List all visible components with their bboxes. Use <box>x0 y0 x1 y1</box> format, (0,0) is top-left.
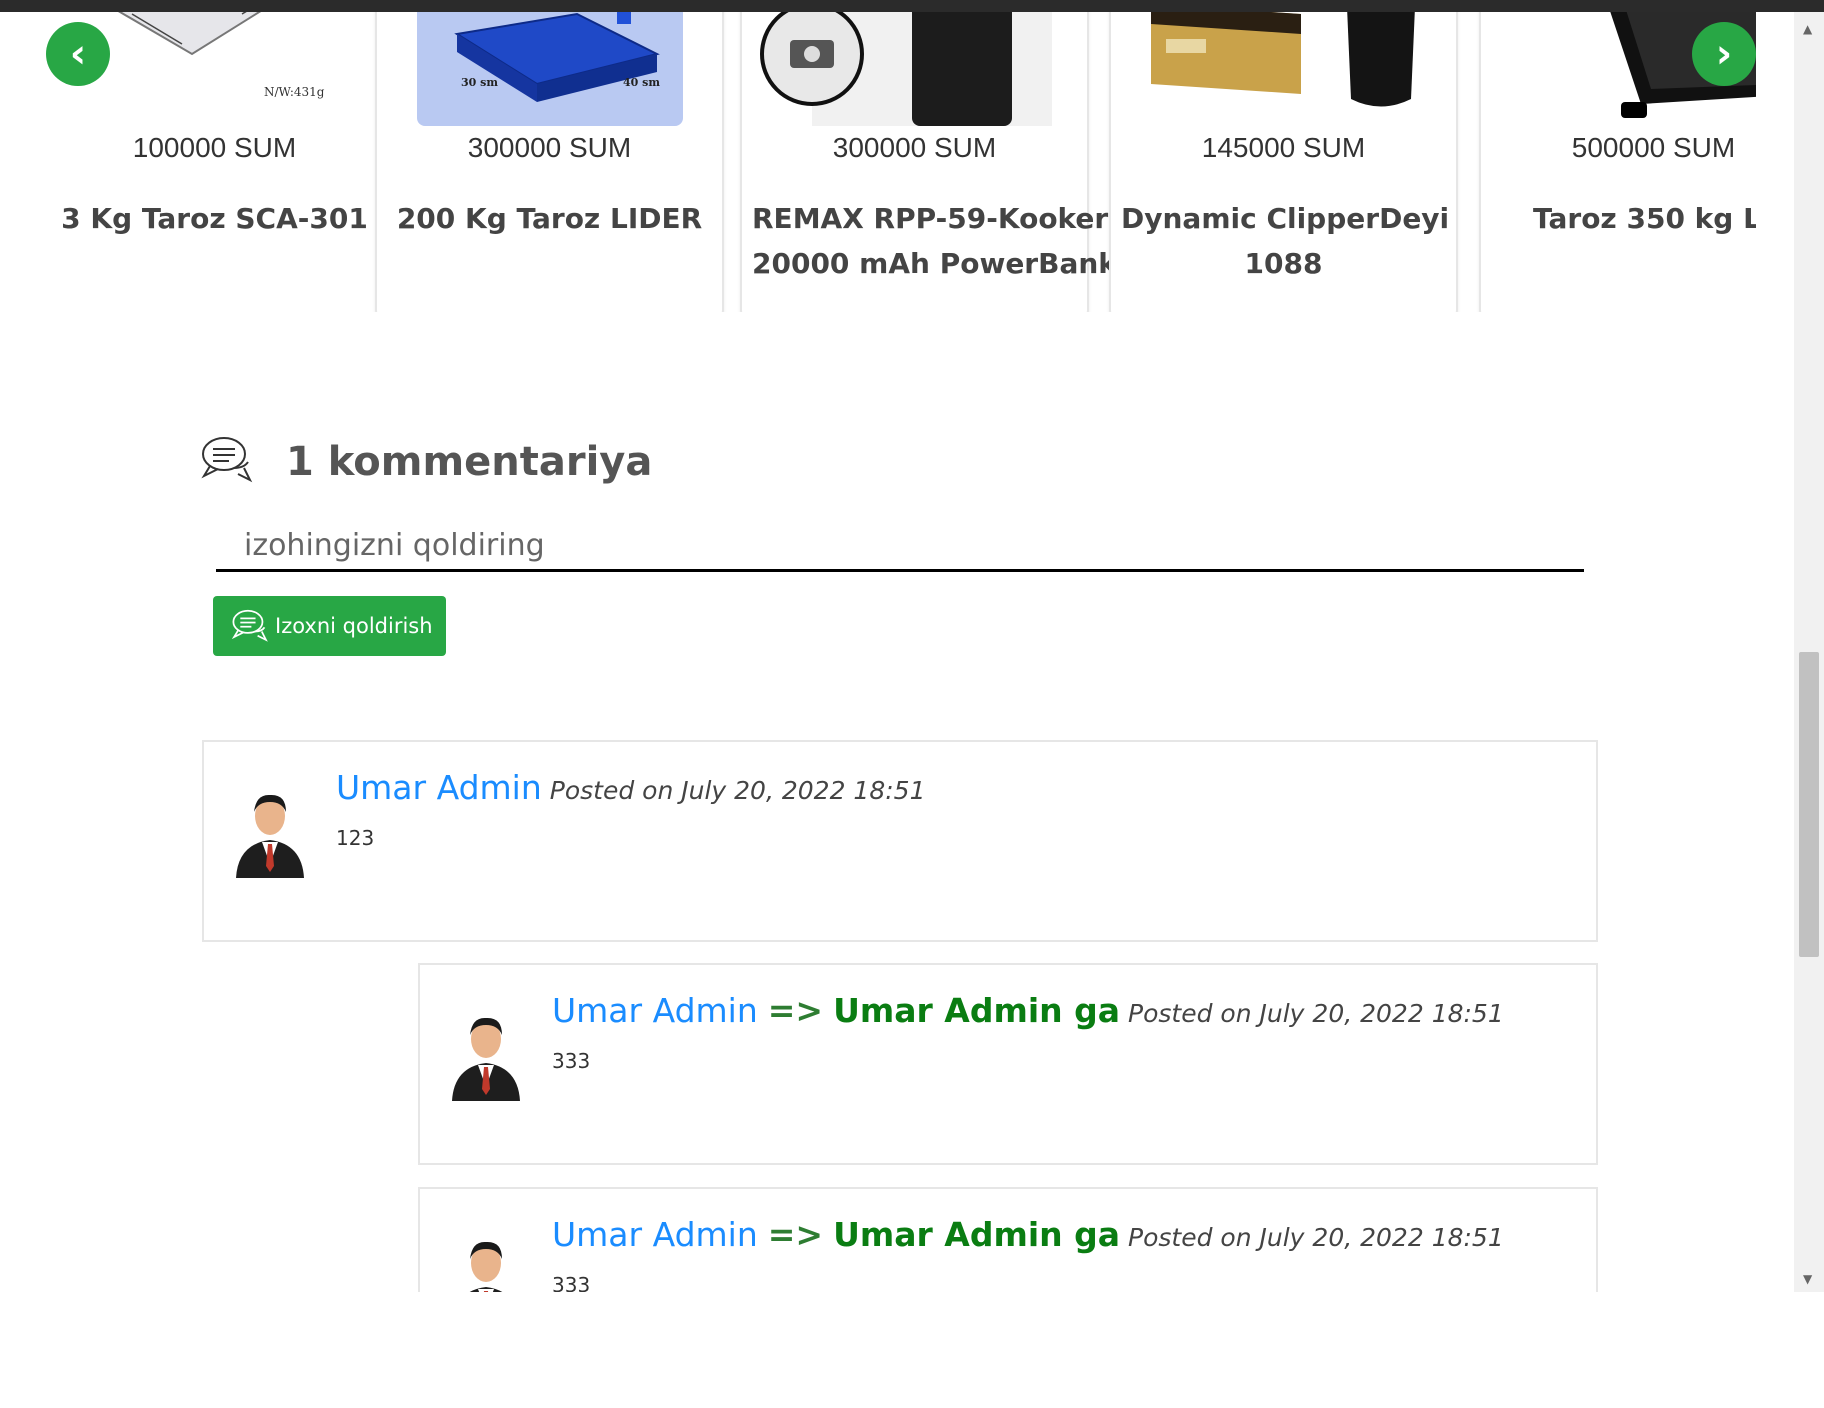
reply-target: Umar Admin ga <box>833 991 1121 1030</box>
product-image <box>1131 12 1431 126</box>
product-price: 100000 SUM <box>132 132 297 163</box>
product-card[interactable]: 30 sm 40 sm 300000 SUM 200 Kg Taroz LIDE… <box>375 12 724 312</box>
product-card[interactable]: 300000 SUM REMAX RPP-59-Kooker 20000 mAh… <box>740 12 1117 312</box>
reply-target: Umar Admin ga <box>833 1215 1121 1254</box>
comment-meta: Umar Admin => Umar Admin ga Posted on July … <box>552 1215 1504 1254</box>
submit-comment-button[interactable]: Izoxni qoldirish <box>213 596 446 656</box>
comment-posted-date: Posted on July 20, 2022 18:51 <box>1128 1223 1504 1252</box>
product-card[interactable]: 145000 SUM Dynamic ClipperDeyi 1088 <box>1109 12 1458 312</box>
reply-arrow: => <box>767 1215 824 1254</box>
product-image <box>752 12 1052 126</box>
comment-reply: Umar Admin => Umar Admin ga Posted on July … <box>418 963 1598 1165</box>
comments-header: 1 kommentariya <box>200 432 652 492</box>
svg-text:30 sm: 30 sm <box>461 76 498 89</box>
avatar <box>450 1009 522 1101</box>
reply-arrow: => <box>767 991 824 1030</box>
avatar <box>234 786 306 878</box>
scrollbar-thumb[interactable] <box>1799 652 1819 957</box>
product-price: 500000 SUM <box>1571 132 1736 163</box>
comment-reply: Umar Admin => Umar Admin ga Posted on July … <box>418 1187 1598 1292</box>
comment-meta: Umar Admin => Umar Admin ga Posted on July … <box>552 991 1504 1030</box>
comment-author-link[interactable]: Umar Admin <box>336 768 542 807</box>
product-name[interactable]: REMAX RPP-59-Kooker 20000 mAh PowerBank <box>752 196 1117 286</box>
product-price: 300000 SUM <box>832 132 997 163</box>
related-products-carousel: N/W:431g 100000 SUM 3 Kg Taroz SCA-301 3… <box>46 12 1756 312</box>
browser-top-bar <box>0 0 1824 12</box>
comment-input[interactable] <box>216 522 1584 572</box>
carousel-prev-button[interactable]: ‹ <box>46 22 110 86</box>
comment-body: 333 <box>552 1273 591 1292</box>
submit-comment-label: Izoxni qoldirish <box>275 614 433 638</box>
comment-meta: Umar Admin Posted on July 20, 2022 18:51 <box>336 768 925 807</box>
product-price: 145000 SUM <box>1201 132 1366 163</box>
comment-posted-date: Posted on July 20, 2022 18:51 <box>1128 999 1504 1028</box>
scroll-down-arrow-icon[interactable]: ▼ <box>1803 1272 1812 1286</box>
comment-author-link[interactable]: Umar Admin <box>552 1215 758 1254</box>
scroll-up-arrow-icon[interactable]: ▲ <box>1803 22 1812 36</box>
comment-author-link[interactable]: Umar Admin <box>552 991 758 1030</box>
product-name[interactable]: Dynamic ClipperDeyi 1088 <box>1121 196 1449 286</box>
product-image: 30 sm 40 sm <box>417 12 683 126</box>
product-name[interactable]: 3 Kg Taroz SCA-301 <box>52 196 377 241</box>
page-viewport: N/W:431g 100000 SUM 3 Kg Taroz SCA-301 3… <box>0 12 1824 1292</box>
carousel-next-button[interactable]: › <box>1692 22 1756 86</box>
product-name[interactable]: 200 Kg Taroz LIDER <box>387 196 712 241</box>
comment-posted-date: Posted on July 20, 2022 18:51 <box>549 776 926 805</box>
comment-body: 123 <box>336 826 375 850</box>
chat-icon <box>231 608 269 644</box>
product-name[interactable]: Taroz 350 kg Lid <box>1533 196 1756 241</box>
avatar <box>450 1233 522 1292</box>
vertical-scrollbar[interactable]: ▲ ▼ <box>1794 12 1824 1292</box>
chat-icon <box>200 434 254 490</box>
svg-text:N/W:431g: N/W:431g <box>264 85 325 99</box>
comment-body: 333 <box>552 1049 591 1073</box>
comment-item: Umar Admin Posted on July 20, 2022 18:51 … <box>202 740 1598 942</box>
svg-text:40 sm: 40 sm <box>623 76 660 89</box>
product-price: 300000 SUM <box>467 132 632 163</box>
comments-count-title: 1 kommentariya <box>286 439 653 485</box>
